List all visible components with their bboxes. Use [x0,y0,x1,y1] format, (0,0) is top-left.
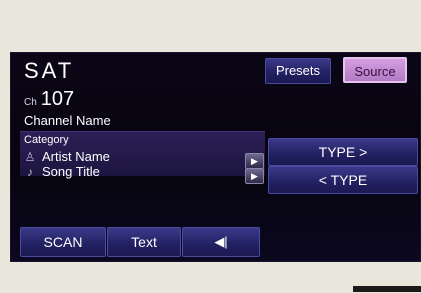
artist-scroll-button[interactable]: ▶ [245,153,264,169]
type-next-button[interactable]: TYPE > [268,138,418,166]
presets-button[interactable]: Presets [265,58,331,84]
track-info-panel: Category ♙ Artist Name ♪ Song Title ▶ ▶ [20,131,265,184]
footer-mark [353,286,421,292]
mute-button[interactable]: ◀| [182,227,260,257]
channel-number: Ch 107 [24,88,74,111]
type-prev-button[interactable]: < TYPE [268,166,418,194]
artist-row: ♙ Artist Name [24,149,110,164]
scan-button[interactable]: SCAN [20,227,106,257]
song-scroll-button[interactable]: ▶ [245,168,264,184]
speaker-icon: ◀| [214,234,228,249]
category-label: Category [24,134,69,146]
artist-name: Artist Name [42,149,110,164]
source-button[interactable]: Source [343,57,407,83]
channel-name: Channel Name [24,113,111,128]
source-label: SAT [24,58,75,83]
song-title: Song Title [42,164,100,179]
person-icon: ♙ [24,149,36,164]
text-button[interactable]: Text [107,227,181,257]
channel-number-value: 107 [40,88,75,110]
music-note-icon: ♪ [27,164,33,179]
song-row: ♪ Song Title [24,164,100,179]
channel-prefix: Ch [24,97,37,108]
audio-screen: SAT Ch 107 Channel Name Category ♙ Artis… [10,52,421,262]
